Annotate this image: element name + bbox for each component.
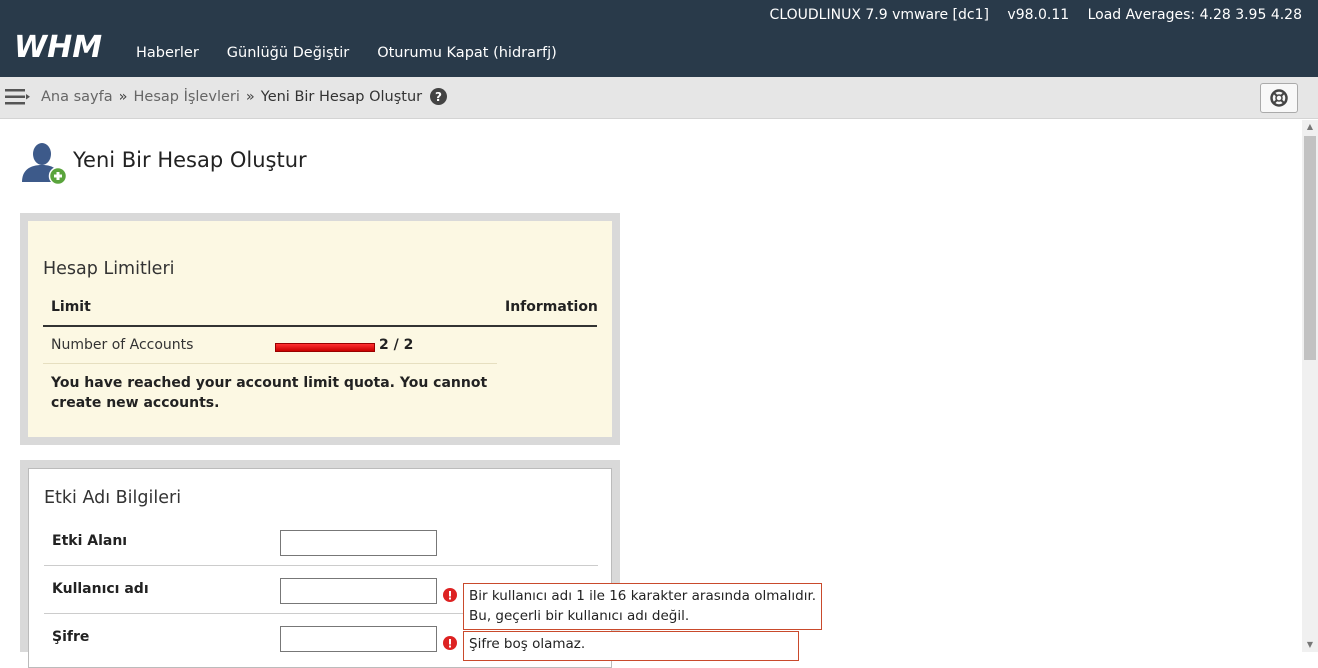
nav-changelog[interactable]: Günlüğü Değiştir — [227, 45, 349, 61]
error-icon — [443, 636, 457, 650]
row-divider — [43, 363, 497, 364]
nav-news[interactable]: Haberler — [136, 45, 199, 61]
scroll-up-arrow-icon[interactable]: ▲ — [1302, 120, 1318, 134]
load-averages: Load Averages: 4.28 3.95 4.28 — [1087, 7, 1302, 23]
password-label: Şifre — [52, 629, 90, 645]
domain-info-title: Etki Adı Bilgileri — [44, 488, 182, 508]
username-error-tooltip: Bir kullanıcı adı 1 ile 16 karakter aras… — [463, 583, 822, 630]
quota-progress-bar — [275, 343, 375, 352]
whm-logo[interactable]: WHM — [14, 30, 116, 64]
breadcrumb-current: Yeni Bir Hesap Oluştur — [260, 88, 423, 105]
error-icon — [443, 588, 457, 602]
server-name: CLOUDLINUX 7.9 vmware [dc1] — [769, 7, 989, 23]
nav-logout[interactable]: Oturumu Kapat (hidrarfj) — [377, 45, 557, 61]
breadcrumb-separator: » — [118, 88, 128, 105]
server-info: CLOUDLINUX 7.9 vmware [dc1] v98.0.11 Loa… — [756, 7, 1302, 23]
domain-input[interactable] — [280, 530, 437, 556]
scroll-down-arrow-icon[interactable]: ▼ — [1302, 638, 1318, 652]
password-input[interactable] — [280, 626, 437, 652]
vertical-scrollbar[interactable]: ▲ ▼ — [1302, 120, 1318, 652]
svg-text:?: ? — [435, 90, 442, 104]
username-error-invalid: Bu, geçerli bir kullanıcı adı değil. — [469, 608, 690, 624]
account-limits-content: Hesap Limitleri Limit Information Number… — [28, 221, 612, 437]
server-version: v98.0.11 — [1007, 7, 1070, 23]
breadcrumb: Ana sayfa » Hesap İşlevleri » Yeni Bir H… — [41, 88, 448, 105]
password-error-empty: Şifre boş olamaz. — [469, 636, 586, 652]
top-header: CLOUDLINUX 7.9 vmware [dc1] v98.0.11 Loa… — [0, 0, 1318, 77]
quota-usage: 2 / 2 — [379, 337, 414, 353]
column-header-information: Information — [505, 299, 598, 315]
limit-row-label: Number of Accounts — [51, 337, 194, 353]
close-button[interactable] — [1260, 83, 1298, 113]
logo-text: WHM — [14, 30, 102, 64]
domain-label: Etki Alanı — [52, 533, 128, 549]
top-nav: Haberler Günlüğü Değiştir Oturumu Kapat … — [136, 45, 557, 61]
username-error-length: Bir kullanıcı adı 1 ile 16 karakter aras… — [469, 588, 817, 604]
breadcrumb-home[interactable]: Ana sayfa — [41, 89, 113, 105]
scroll-thumb[interactable] — [1304, 136, 1316, 360]
add-user-icon — [22, 143, 68, 186]
limit-reached-message: You have reached your account limit quot… — [51, 375, 488, 411]
password-error-tooltip: Şifre boş olamaz. — [463, 631, 799, 661]
breadcrumb-separator: » — [245, 88, 255, 105]
page-title: Yeni Bir Hesap Oluştur — [73, 148, 307, 172]
breadcrumb-bar: Ana sayfa » Hesap İşlevleri » Yeni Bir H… — [0, 77, 1318, 119]
username-input[interactable] — [280, 578, 437, 604]
column-header-limit: Limit — [51, 299, 91, 315]
table-header-divider — [43, 325, 597, 327]
menu-toggle-icon[interactable] — [4, 87, 30, 107]
help-icon[interactable]: ? — [430, 88, 448, 105]
field-divider — [44, 565, 598, 566]
lifebuoy-icon — [1270, 89, 1288, 107]
account-limits-panel: Hesap Limitleri Limit Information Number… — [20, 213, 620, 445]
limits-title: Hesap Limitleri — [43, 259, 175, 279]
breadcrumb-section[interactable]: Hesap İşlevleri — [134, 89, 240, 105]
username-label: Kullanıcı adı — [52, 581, 149, 597]
